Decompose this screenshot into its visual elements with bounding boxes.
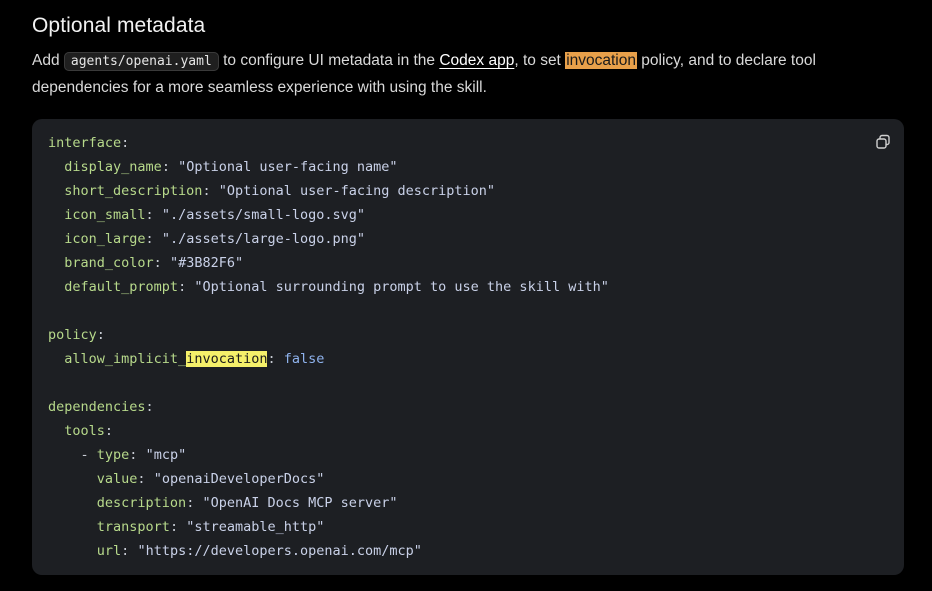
yaml-code: interface: display_name: "Optional user-… bbox=[48, 131, 609, 563]
code-line: allow_implicit_invocation: false bbox=[64, 351, 325, 367]
intro-text-2: to configure UI metadata in the bbox=[218, 52, 440, 69]
code-block: interface: display_name: "Optional user-… bbox=[32, 119, 904, 575]
code-line: display_name: "Optional user-facing name… bbox=[64, 159, 398, 175]
intro-paragraph: Add agents/openai.yaml to configure UI m… bbox=[32, 48, 892, 101]
code-line: value: "openaiDeveloperDocs" bbox=[96, 471, 325, 487]
code-line: tools: bbox=[64, 423, 114, 439]
codex-app-link[interactable]: Codex app bbox=[439, 52, 514, 69]
code-line: short_description: "Optional user-facing… bbox=[64, 183, 496, 199]
code-line: interface: bbox=[48, 135, 130, 151]
code-line: policy: bbox=[48, 327, 105, 343]
file-path-code: agents/openai.yaml bbox=[63, 52, 219, 71]
search-highlight: invocation bbox=[565, 52, 637, 69]
copy-icon bbox=[876, 134, 890, 149]
code-line: default_prompt: "Optional surrounding pr… bbox=[64, 279, 609, 295]
code-line: icon_large: "./assets/large-logo.png" bbox=[64, 231, 366, 247]
code-line: transport: "streamable_http" bbox=[96, 519, 325, 535]
intro-text-3: , to set bbox=[514, 52, 566, 69]
code-line: dependencies: bbox=[48, 399, 154, 415]
intro-text-1: Add bbox=[32, 52, 64, 69]
code-line: brand_color: "#3B82F6" bbox=[64, 255, 244, 271]
code-line: icon_small: "./assets/small-logo.svg" bbox=[64, 207, 366, 223]
copy-button[interactable] bbox=[872, 131, 894, 153]
section-title: Optional metadata bbox=[32, 14, 206, 37]
search-highlight-code: invocation bbox=[186, 351, 268, 367]
code-line: url: "https://developers.openai.com/mcp" bbox=[96, 543, 422, 559]
code-line: - type: "mcp" bbox=[80, 447, 187, 463]
code-line: description: "OpenAI Docs MCP server" bbox=[96, 495, 398, 511]
